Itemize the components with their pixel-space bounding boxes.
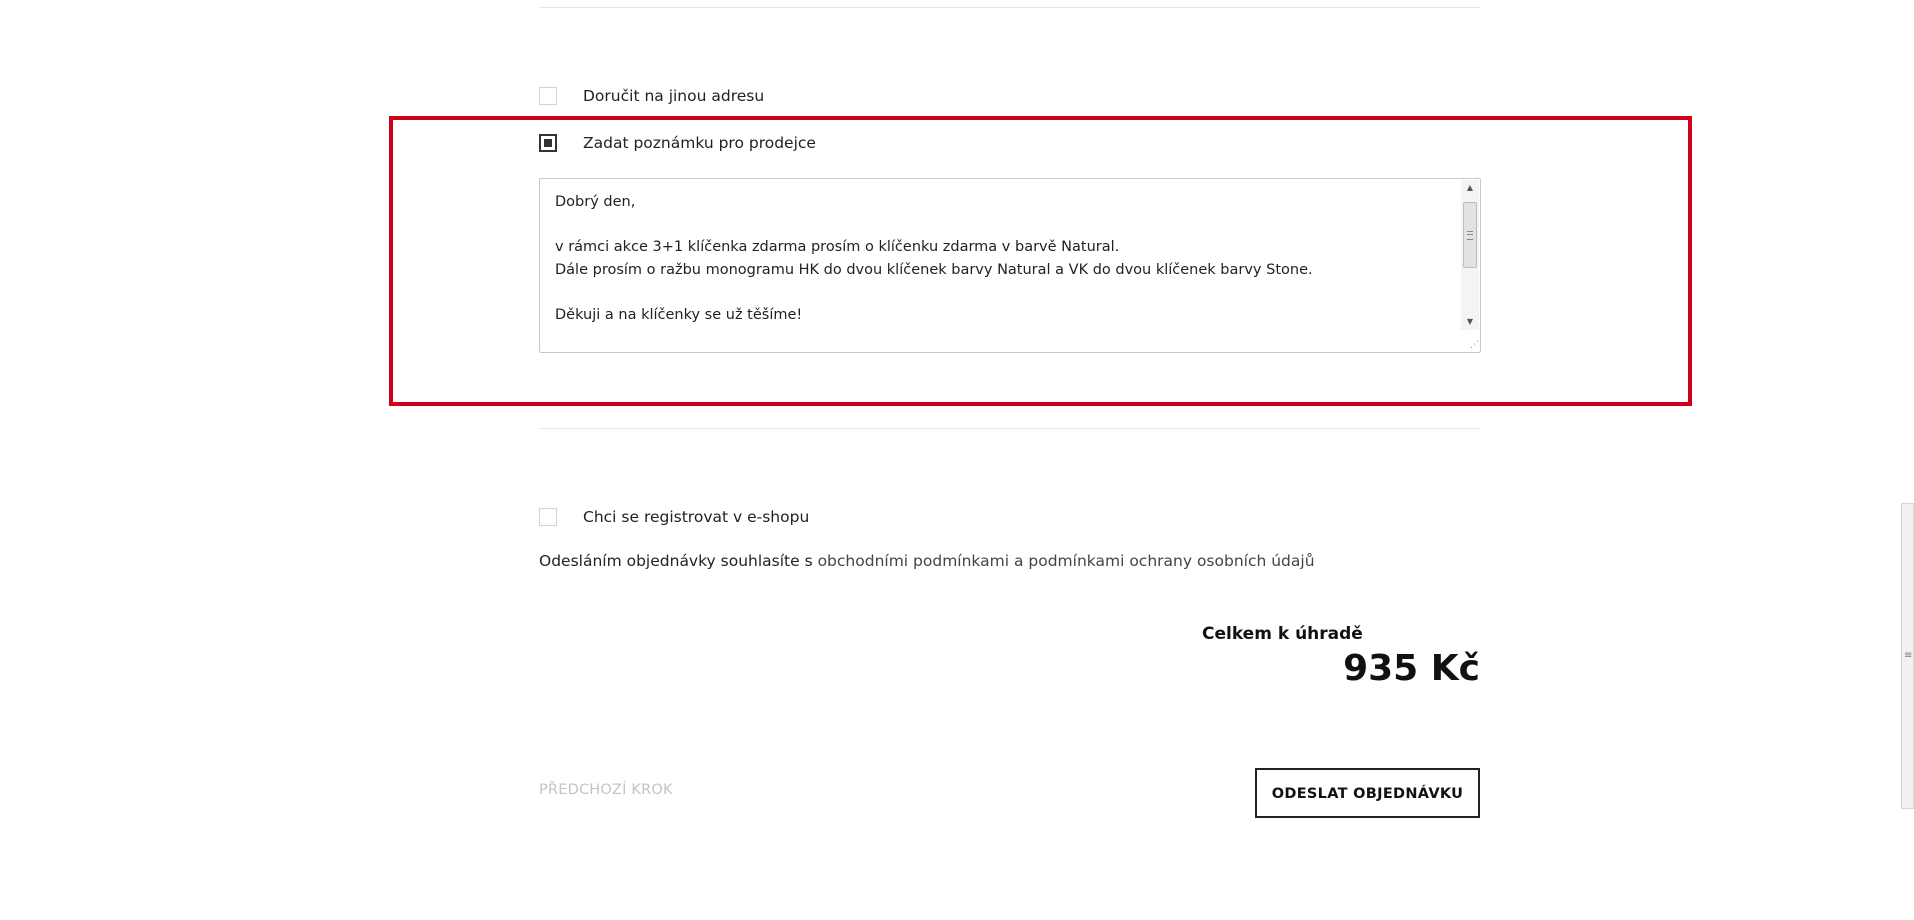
page-scrollbar[interactable]: ≡ xyxy=(1900,0,1914,840)
seller-note-textarea[interactable]: Dobrý den, v rámci akce 3+1 klíčenka zda… xyxy=(539,178,1481,353)
other-address-row[interactable]: Doručit na jinou adresu xyxy=(539,86,764,106)
terms-conjunction: a xyxy=(1009,552,1029,570)
scroll-up-arrow-icon[interactable]: ▲ xyxy=(1461,180,1479,196)
registration-row[interactable]: Chci se registrovat v e-shopu xyxy=(539,507,809,527)
grip-icon xyxy=(1467,231,1473,240)
note-line: Děkuji a na klíčenky se už těšíme! xyxy=(555,306,803,323)
terms-prefix: Odesláním objednávky souhlasíte s xyxy=(539,552,818,570)
previous-step-link[interactable]: PŘEDCHOZÍ KROK xyxy=(539,782,673,798)
terms-link[interactable]: obchodními podmínkami xyxy=(818,552,1009,570)
seller-note-checkbox[interactable] xyxy=(539,134,557,152)
note-line xyxy=(555,281,1456,304)
scroll-down-arrow-icon[interactable]: ▼ xyxy=(1461,314,1479,330)
submit-order-button[interactable]: ODESLAT OBJEDNÁVKU xyxy=(1255,768,1480,818)
total-amount: 935 Kč xyxy=(1343,648,1480,689)
privacy-link[interactable]: podmínkami ochrany osobních údajů xyxy=(1028,552,1314,570)
grip-icon: ≡ xyxy=(1904,650,1913,661)
checkbox-checked-icon xyxy=(544,139,552,147)
total-label: Celkem k úhradě xyxy=(1202,624,1363,644)
section-divider-middle xyxy=(539,428,1480,429)
resize-handle-icon[interactable]: ⋰ xyxy=(1467,339,1479,351)
note-line: Dále prosím o ražbu monogramu HK do dvou… xyxy=(555,261,1313,278)
page-scroll-thumb[interactable]: ≡ xyxy=(1901,503,1914,809)
seller-note-label[interactable]: Zadat poznámku pro prodejce xyxy=(583,134,816,152)
note-line xyxy=(555,214,1456,237)
note-line: Dobrý den, xyxy=(555,194,636,210)
checkout-page: Doručit na jinou adresu Zadat poznámku p… xyxy=(0,0,1914,920)
note-line: v rámci akce 3+1 klíčenka zdarma prosím … xyxy=(555,239,1120,255)
other-address-label[interactable]: Doručit na jinou adresu xyxy=(583,87,764,105)
other-address-checkbox[interactable] xyxy=(539,87,557,105)
terms-consent-text: Odesláním objednávky souhlasíte s obchod… xyxy=(539,552,1315,570)
registration-checkbox[interactable] xyxy=(539,508,557,526)
textarea-scrollbar[interactable]: ▲ ▼ xyxy=(1461,180,1479,330)
seller-note-row[interactable]: Zadat poznámku pro prodejce xyxy=(539,133,816,153)
registration-label[interactable]: Chci se registrovat v e-shopu xyxy=(583,508,809,526)
textarea-scroll-thumb[interactable] xyxy=(1463,202,1477,268)
section-divider-top xyxy=(539,7,1480,8)
seller-note-text[interactable]: Dobrý den, v rámci akce 3+1 klíčenka zda… xyxy=(555,191,1456,326)
